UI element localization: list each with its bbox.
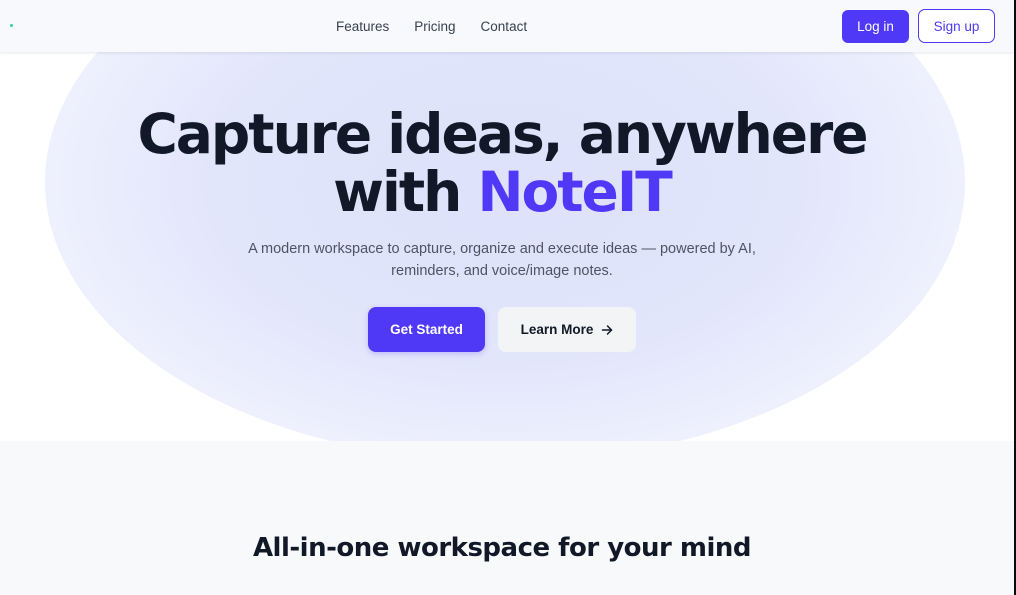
learn-more-button[interactable]: Learn More bbox=[498, 307, 636, 352]
hero-title-prefix: with bbox=[333, 160, 478, 224]
signup-button[interactable]: Sign up bbox=[918, 9, 995, 43]
nav-links: Features Pricing Contact bbox=[336, 18, 527, 35]
landing-page: Features Pricing Contact Log in Sign up … bbox=[0, 0, 1016, 595]
nav-link-contact[interactable]: Contact bbox=[481, 18, 528, 35]
learn-more-label: Learn More bbox=[520, 322, 594, 337]
nav-link-pricing[interactable]: Pricing bbox=[414, 18, 455, 35]
login-button[interactable]: Log in bbox=[842, 10, 909, 43]
features-heading: All-in-one workspace for your mind bbox=[252, 533, 752, 563]
arrow-right-icon bbox=[601, 324, 613, 336]
logo-dot-icon[interactable] bbox=[10, 24, 13, 27]
nav-link-features[interactable]: Features bbox=[336, 18, 389, 35]
hero-title-line-1: Capture ideas, anywhere bbox=[137, 102, 868, 166]
get-started-button[interactable]: Get Started bbox=[368, 307, 485, 352]
hero-title-brand: NoteIT bbox=[477, 160, 672, 224]
features-section: All-in-one workspace for your mind bbox=[0, 441, 1014, 595]
hero-subtitle: A modern workspace to capture, organize … bbox=[248, 241, 756, 279]
hero-section: Capture ideas, anywhere with NoteIT A mo… bbox=[0, 52, 1014, 441]
navbar: Features Pricing Contact Log in Sign up bbox=[0, 0, 1014, 52]
hero-title: Capture ideas, anywhere with NoteIT bbox=[0, 105, 1004, 221]
